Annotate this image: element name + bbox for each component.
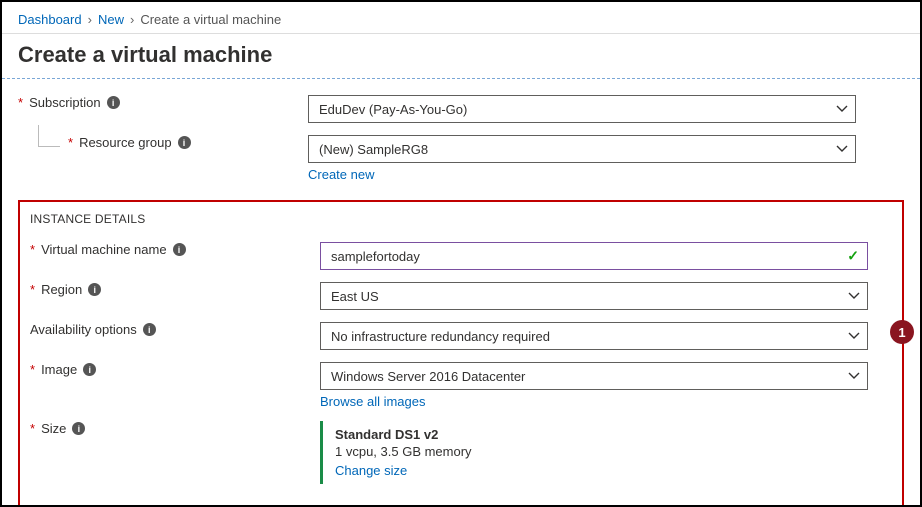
vm-name-value: samplefortoday xyxy=(331,249,420,264)
required-asterisk: * xyxy=(30,421,35,436)
row-resource-group: * Resource group i (New) SampleRG8 Creat… xyxy=(18,129,904,188)
row-size: * Size i Standard DS1 v2 1 vcpu, 3.5 GB … xyxy=(30,415,892,490)
size-display: Standard DS1 v2 1 vcpu, 3.5 GB memory Ch… xyxy=(320,421,868,484)
chevron-down-icon xyxy=(847,329,861,343)
browse-images-link[interactable]: Browse all images xyxy=(320,390,426,409)
elbow-connector xyxy=(38,125,60,147)
availability-value: No infrastructure redundancy required xyxy=(331,329,550,344)
image-value: Windows Server 2016 Datacenter xyxy=(331,369,525,384)
breadcrumb-dashboard[interactable]: Dashboard xyxy=(18,12,82,27)
subscription-label: Subscription xyxy=(29,95,101,110)
page-title: Create a virtual machine xyxy=(18,34,904,78)
breadcrumb-new[interactable]: New xyxy=(98,12,124,27)
subscription-select[interactable]: EduDev (Pay-As-You-Go) xyxy=(308,95,856,123)
row-region: * Region i East US xyxy=(30,276,892,316)
image-select[interactable]: Windows Server 2016 Datacenter xyxy=(320,362,868,390)
annotation-callout-1: 1 xyxy=(890,320,914,344)
info-icon[interactable]: i xyxy=(83,363,96,376)
chevron-down-icon xyxy=(847,289,861,303)
region-value: East US xyxy=(331,289,379,304)
required-asterisk: * xyxy=(30,282,35,297)
chevron-down-icon xyxy=(847,369,861,383)
image-label: Image xyxy=(41,362,77,377)
vm-name-input[interactable]: samplefortoday ✓ xyxy=(320,242,868,270)
availability-select[interactable]: No infrastructure redundancy required xyxy=(320,322,868,350)
change-size-link[interactable]: Change size xyxy=(335,459,407,478)
required-asterisk: * xyxy=(30,362,35,377)
chevron-right-icon: › xyxy=(130,12,134,27)
required-asterisk: * xyxy=(68,135,73,150)
info-icon[interactable]: i xyxy=(178,136,191,149)
info-icon[interactable]: i xyxy=(72,422,85,435)
chevron-down-icon xyxy=(835,102,849,116)
row-image: * Image i Windows Server 2016 Datacenter… xyxy=(30,356,892,415)
instance-details-section: INSTANCE DETAILS * Virtual machine name … xyxy=(18,200,904,507)
row-vm-name: * Virtual machine name i samplefortoday … xyxy=(30,236,892,276)
info-icon[interactable]: i xyxy=(173,243,186,256)
required-asterisk: * xyxy=(18,95,23,110)
region-select[interactable]: East US xyxy=(320,282,868,310)
chevron-down-icon xyxy=(835,142,849,156)
subscription-value: EduDev (Pay-As-You-Go) xyxy=(319,102,467,117)
resource-group-value: (New) SampleRG8 xyxy=(319,142,428,157)
required-asterisk: * xyxy=(30,242,35,257)
info-icon[interactable]: i xyxy=(88,283,101,296)
availability-label: Availability options xyxy=(30,322,137,337)
row-availability: Availability options i No infrastructure… xyxy=(30,316,892,356)
size-label: Size xyxy=(41,421,66,436)
region-label: Region xyxy=(41,282,82,297)
breadcrumb-current: Create a virtual machine xyxy=(140,12,281,27)
vm-name-label: Virtual machine name xyxy=(41,242,167,257)
size-desc: 1 vcpu, 3.5 GB memory xyxy=(335,442,868,459)
size-name: Standard DS1 v2 xyxy=(335,427,868,442)
info-icon[interactable]: i xyxy=(107,96,120,109)
info-icon[interactable]: i xyxy=(143,323,156,336)
create-new-link[interactable]: Create new xyxy=(308,163,374,182)
checkmark-icon: ✓ xyxy=(847,248,859,265)
breadcrumb: Dashboard › New › Create a virtual machi… xyxy=(18,10,904,33)
chevron-right-icon: › xyxy=(88,12,92,27)
row-subscription: * Subscription i EduDev (Pay-As-You-Go) xyxy=(18,89,904,129)
resource-group-select[interactable]: (New) SampleRG8 xyxy=(308,135,856,163)
instance-details-heading: INSTANCE DETAILS xyxy=(30,212,892,236)
resource-group-label: Resource group xyxy=(79,135,172,150)
